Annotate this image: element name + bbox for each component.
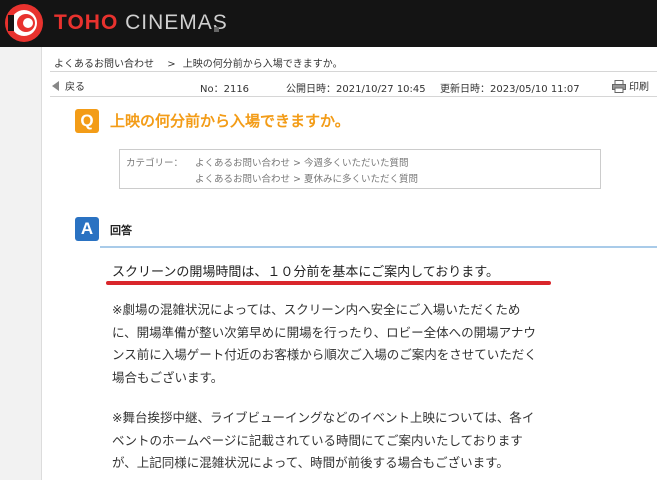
breadcrumb: よくあるお問い合わせ > 上映の何分前から入場できますか。: [54, 55, 343, 70]
print-label: 印刷: [629, 82, 649, 93]
answer-paragraph-1: ※劇場の混雑状況によっては、スクリーン内へ安全にご入場いただくため に、開場準備…: [112, 299, 652, 389]
paragraph-line: 場合もございます。: [112, 369, 224, 385]
faq-toolbar: 戻る No：2116 公開日時：2021/10/27 10:45 更新日時：20…: [42, 73, 657, 95]
highlight-underline: [106, 281, 551, 285]
answer-main-text: スクリーンの開場時間は、１０分前を基本にご案内しております。: [112, 265, 500, 280]
category-link[interactable]: よくあるお問い合わせ > 今週多くいただいた質問: [195, 155, 409, 169]
paragraph-line: ンス前に入場ゲート付近のお客様から順次ご入場のご案内をさせていただく: [112, 347, 537, 362]
question-title: 上映の何分前から入場できますか。: [110, 112, 350, 130]
breadcrumb-current: 上映の何分前から入場できますか。: [182, 59, 343, 70]
faq-content: よくあるお問い合わせ > 上映の何分前から入場できますか。 戻る No：2116…: [42, 47, 657, 480]
divider-toolbar: [50, 96, 657, 97]
answer-divider: [100, 246, 657, 248]
breadcrumb-home-link[interactable]: よくあるお問い合わせ: [54, 59, 154, 70]
site-logo-text[interactable]: TOHO CINEMAS: [54, 11, 228, 35]
logo-cinemas: CINEMAS: [118, 11, 228, 34]
breadcrumb-separator: >: [167, 59, 176, 70]
category-link[interactable]: よくあるお問い合わせ > 夏休みに多くいただく質問: [195, 171, 418, 185]
paragraph-line: ベントのホームページに記載されている時間にてご案内いたしております: [112, 432, 523, 448]
paragraph-line: が、上記同様に混雑状況によって、時間が前後する場合もございます。: [112, 455, 509, 470]
print-button[interactable]: 印刷: [612, 78, 649, 93]
answer-heading: 回答: [110, 224, 132, 237]
back-button[interactable]: 戻る: [52, 78, 85, 93]
back-arrow-icon: [52, 81, 59, 91]
paragraph-line: ※劇場の混雑状況によっては、スクリーン内へ安全にご入場いただくため: [112, 302, 521, 317]
published-date: 公開日時：2021/10/27 10:45: [286, 84, 426, 95]
question-icon: Q: [75, 109, 99, 133]
faq-number: No：2116: [200, 84, 250, 95]
left-sidebar-strip: [0, 47, 42, 480]
printer-icon: [612, 80, 626, 93]
toho-logo-icon[interactable]: [4, 3, 44, 43]
logo-toho: TOHO: [54, 11, 119, 34]
logo-dot: [214, 27, 219, 32]
answer-icon: A: [75, 217, 99, 241]
category-box: カテゴリー： よくあるお問い合わせ > 今週多くいただいた質問 よくあるお問い合…: [119, 149, 601, 189]
divider-top: [50, 71, 657, 72]
answer-paragraph-2: ※舞台挨拶中継、ライブビューイングなどのイベント上映については、各イ ベントのホ…: [112, 407, 652, 475]
paragraph-line: ※舞台挨拶中継、ライブビューイングなどのイベント上映については、各イ: [112, 410, 535, 425]
site-header: TOHO CINEMAS: [0, 0, 657, 47]
category-label: カテゴリー：: [126, 158, 184, 169]
updated-date: 更新日時：2023/05/10 11:07: [440, 84, 580, 95]
back-label: 戻る: [65, 82, 85, 93]
paragraph-line: に、開場準備が整い次第早めに開場を行ったり、ロビー全体への開場アナウ: [112, 324, 536, 340]
